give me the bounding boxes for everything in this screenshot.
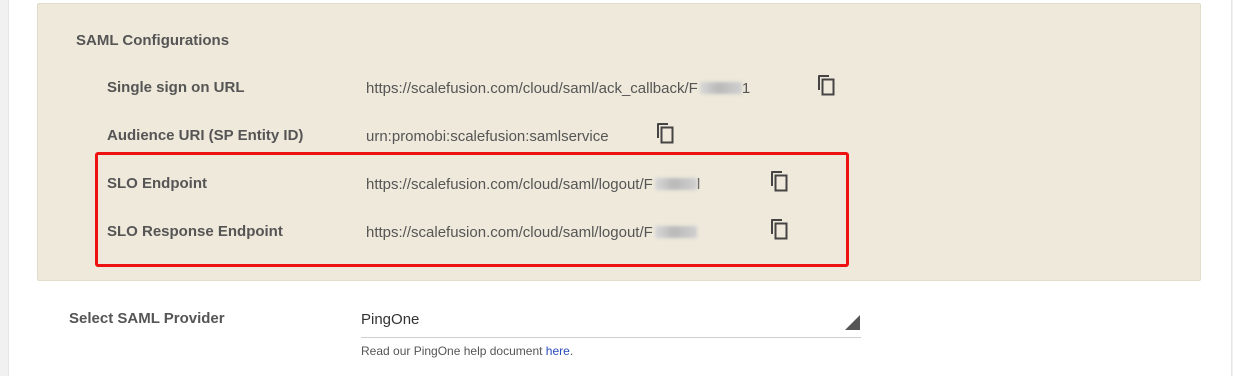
page: SAML Configurations Single sign on URL h… [8,0,1232,376]
copy-icon[interactable] [815,73,837,97]
select-saml-provider-label: Select SAML Provider [69,310,225,327]
saml-provider-select[interactable]: PingOne [361,305,861,338]
single-sign-on-url-value: https://scalefusion.com/cloud/saml/ack_c… [366,80,751,97]
saml-provider-selected-value: PingOne [361,311,420,328]
slo-highlight-box [95,152,849,267]
copy-icon[interactable] [654,121,676,145]
single-sign-on-url-label: Single sign on URL [107,79,245,96]
dropdown-arrow-icon [845,315,860,330]
provider-help-text: Read our PingOne help document here. [361,344,574,358]
single-sign-on-url-row: Single sign on URL https://scalefusion.c… [38,73,1200,103]
redacted-text [699,82,742,94]
audience-uri-value: urn:promobi:scalefusion:samlservice [366,128,609,145]
help-document-link[interactable]: here [546,344,570,358]
audience-uri-row: Audience URI (SP Entity ID) urn:promobi:… [38,121,1200,151]
saml-configurations-title: SAML Configurations [76,32,230,49]
audience-uri-label: Audience URI (SP Entity ID) [107,127,304,144]
